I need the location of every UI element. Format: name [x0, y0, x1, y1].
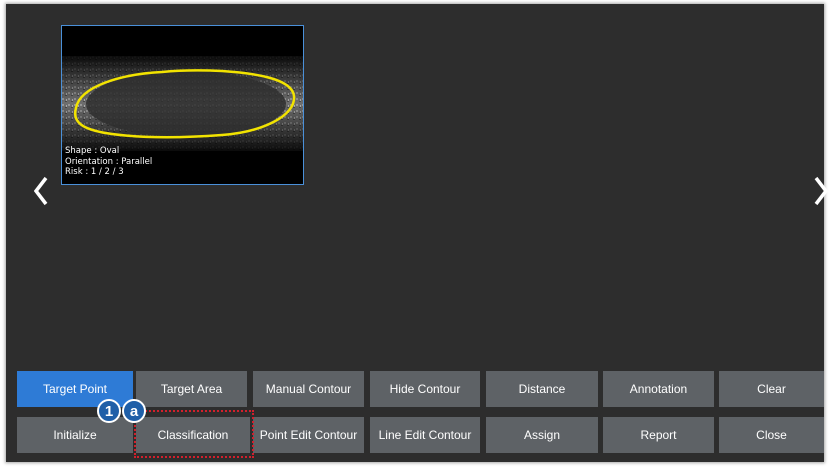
report-button[interactable]: Report: [603, 417, 714, 453]
target-area-button[interactable]: Target Area: [136, 371, 247, 407]
classification-highlight-box: [134, 410, 254, 458]
clear-button[interactable]: Clear: [719, 371, 824, 407]
annotation-button[interactable]: Annotation: [603, 371, 714, 407]
line-edit-contour-button[interactable]: Line Edit Contour: [370, 417, 480, 453]
shape-label: Shape : Oval: [65, 146, 120, 156]
hide-contour-button[interactable]: Hide Contour: [370, 371, 480, 407]
manual-contour-button[interactable]: Manual Contour: [253, 371, 364, 407]
chevron-right-icon: [814, 176, 828, 206]
orientation-label: Orientation : Parallel: [65, 156, 153, 167]
image-thumbnail[interactable]: Shape : Oval Orientation : Parallel Risk…: [61, 25, 304, 185]
distance-button[interactable]: Distance: [486, 371, 598, 407]
risk-label: Risk : 1 / 2 / 3: [65, 167, 124, 177]
point-edit-contour-button[interactable]: Point Edit Contour: [253, 417, 364, 453]
previous-button[interactable]: [30, 173, 52, 209]
initialize-button[interactable]: Initialize: [17, 417, 133, 453]
close-button[interactable]: Close: [719, 417, 824, 453]
callout-marker-1: 1: [97, 399, 121, 423]
chevron-left-icon: [34, 176, 48, 206]
assign-button[interactable]: Assign: [486, 417, 598, 453]
thumbnail-info: Shape : Oval Orientation : Parallel Risk…: [65, 146, 152, 178]
next-button[interactable]: [810, 173, 829, 209]
callout-marker-a: a: [122, 399, 146, 423]
